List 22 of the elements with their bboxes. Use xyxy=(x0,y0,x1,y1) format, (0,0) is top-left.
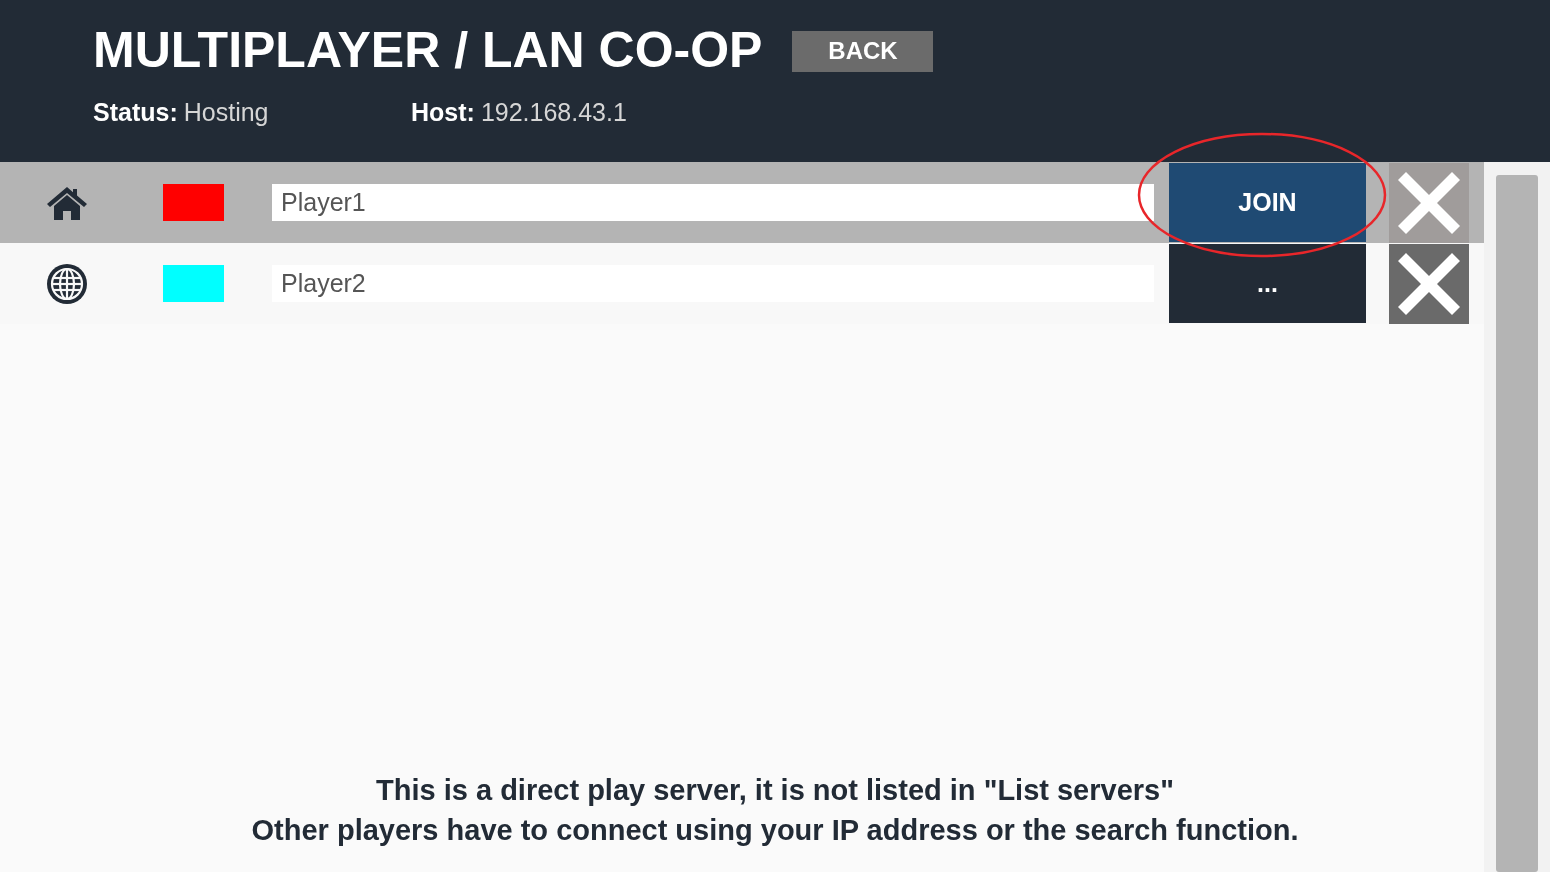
scrollbar-thumb[interactable] xyxy=(1496,175,1538,872)
player-color-swatch[interactable] xyxy=(163,265,224,302)
home-icon xyxy=(46,184,88,221)
status-label: Status: xyxy=(93,98,178,127)
status-value: Hosting xyxy=(183,98,269,127)
remove-button[interactable] xyxy=(1389,162,1469,243)
more-button[interactable]: ... xyxy=(1169,244,1366,323)
player-name-field[interactable]: Player1 xyxy=(272,184,1154,221)
player-name-field[interactable]: Player2 xyxy=(272,265,1154,302)
player-row[interactable]: Player1 JOIN xyxy=(0,162,1484,243)
close-icon xyxy=(1398,171,1460,234)
globe-icon xyxy=(46,262,88,305)
host-address: 192.168.43.1 xyxy=(480,98,627,127)
screen-title: MULTIPLAYER / LAN CO-OP xyxy=(93,21,763,80)
remove-button[interactable] xyxy=(1389,243,1469,324)
notice-text: Other players have to connect using your IP address or the search function. xyxy=(250,813,1300,848)
join-button[interactable]: JOIN xyxy=(1169,163,1366,242)
host-label: Host: xyxy=(411,98,475,127)
back-button[interactable]: BACK xyxy=(792,30,934,72)
player-color-swatch[interactable] xyxy=(163,184,224,221)
notice-text: This is a direct play server, it is not listed in "List servers" xyxy=(375,773,1175,808)
close-icon xyxy=(1398,252,1460,315)
